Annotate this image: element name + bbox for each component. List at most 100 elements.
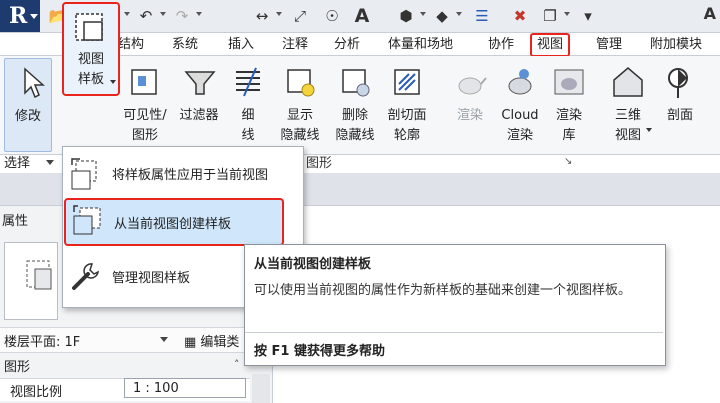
modify-button[interactable]: 修改 xyxy=(4,58,52,152)
chevron-down-icon xyxy=(646,128,652,132)
cloud-render-button[interactable]: Cloud 渲染 xyxy=(494,58,546,154)
visibility-graphics-icon xyxy=(131,69,157,95)
show-hidden-label-2: 隐藏线 xyxy=(280,128,320,143)
thin-lines-icon[interactable]: ☰ xyxy=(472,6,492,26)
thin-lines-icon xyxy=(236,67,260,97)
menu-item-label: 管理视图样板 xyxy=(112,271,191,286)
filter-icon xyxy=(184,71,216,95)
render-gallery-label-2: 库 xyxy=(562,128,576,143)
view-scale-input[interactable]: 1 : 100 xyxy=(124,378,246,398)
properties-title: 属性 xyxy=(2,214,29,229)
show-hidden-lines-icon xyxy=(287,69,315,97)
chevron-down-icon[interactable] xyxy=(46,160,54,165)
tab-collaborate[interactable]: 协作 xyxy=(488,34,514,56)
render-label: 渲染 xyxy=(456,108,483,123)
graphics-section-header[interactable]: 图形 xyxy=(4,356,30,375)
remove-hidden-lines-button[interactable]: 删除 隐藏线 xyxy=(328,58,382,154)
menu-item-apply-template[interactable]: 将样板属性应用于当前视图 xyxy=(64,153,300,195)
render-gallery-button[interactable]: 渲染 库 xyxy=(546,58,592,154)
thin-lines-label-2: 线 xyxy=(241,128,255,143)
render-gallery-icon xyxy=(554,69,584,95)
menu-item-create-template[interactable]: 从当前视图创建样板 xyxy=(64,198,284,246)
tab-analyze[interactable]: 分析 xyxy=(334,34,360,56)
create-template-icon xyxy=(73,205,101,235)
filters-label: 过滤器 xyxy=(179,108,219,123)
spot-elevation-icon[interactable]: ☉ xyxy=(322,6,342,26)
remove-hidden-label-1: 删除 xyxy=(341,108,368,123)
chevron-down-icon[interactable] xyxy=(276,12,282,16)
edit-type-button[interactable]: ▦ 编辑类 xyxy=(184,331,239,350)
revit-logo: R xyxy=(9,3,28,29)
measure-icon[interactable]: ↔ xyxy=(252,6,272,26)
cloud-teapot-icon xyxy=(508,69,532,95)
view-scale-label: 视图比例 xyxy=(10,385,63,400)
panel-launcher-icon[interactable]: ↘ xyxy=(564,156,572,167)
section-label: 剖面 xyxy=(666,108,693,123)
chevron-down-icon[interactable] xyxy=(420,12,426,16)
tab-view[interactable]: 视图 xyxy=(530,33,571,57)
undo-icon[interactable]: ↶ xyxy=(136,6,156,26)
thin-lines-button[interactable]: 细 线 xyxy=(226,58,270,154)
chevron-down-icon xyxy=(110,80,116,84)
app-menu-button[interactable]: R xyxy=(0,0,40,32)
tooltip-body: 可以使用当前视图的属性作为新样板的基础来创建一个视图样板。 xyxy=(254,283,632,298)
tooltip-help-hint: 按 F1 键获得更多帮助 xyxy=(254,344,385,359)
switch-windows-icon[interactable]: ❐ xyxy=(540,6,560,26)
section-icon xyxy=(668,68,688,98)
tab-add-ins[interactable]: 附加模块 xyxy=(650,34,702,56)
edit-type-icon: ▦ xyxy=(184,335,201,350)
thin-lines-label-1: 细 xyxy=(241,108,255,123)
chevron-down-icon[interactable] xyxy=(160,337,168,342)
3d-view-button[interactable]: 三维 视图 xyxy=(604,58,652,154)
close-hidden-windows-icon[interactable]: ✖ xyxy=(510,6,530,26)
tab-manage[interactable]: 管理 xyxy=(596,34,622,56)
type-preview-image xyxy=(4,242,58,320)
properties-scrollbar[interactable] xyxy=(252,374,270,403)
chevron-down-icon[interactable] xyxy=(196,12,202,16)
cloud-render-label-2: 渲染 xyxy=(506,128,533,143)
tab-structure[interactable]: 结构 xyxy=(118,34,144,56)
modify-label: 修改 xyxy=(14,109,41,124)
apply-template-icon xyxy=(71,158,97,190)
customize-toolbar-icon[interactable]: ▾ xyxy=(578,6,598,26)
tooltip-divider xyxy=(245,332,663,333)
graphics-panel-label: 图形 xyxy=(306,156,333,171)
select-panel-label[interactable]: 选择 xyxy=(4,152,30,171)
cut-profile-label-2: 轮廓 xyxy=(393,128,420,143)
chevron-down-icon[interactable] xyxy=(564,12,570,16)
tooltip-title: 从当前视图创建样板 xyxy=(254,257,372,272)
chevron-down-icon[interactable] xyxy=(160,12,166,16)
view-template-button[interactable]: 视图 样板 xyxy=(62,2,120,96)
tag-icon[interactable]: ◆ xyxy=(432,6,452,26)
filters-button[interactable]: 过滤器 xyxy=(174,58,224,154)
tab-insert[interactable]: 插入 xyxy=(228,34,254,56)
floor-plan-selector[interactable]: 楼层平面: 1F xyxy=(4,331,80,350)
visibility-graphics-button[interactable]: 可见性/ 图形 xyxy=(118,58,172,154)
show-hidden-label-1: 显示 xyxy=(286,108,313,123)
visibility-label-2: 图形 xyxy=(131,128,158,143)
app-title: A xyxy=(703,4,716,23)
chevron-down-icon[interactable] xyxy=(124,12,130,16)
3d-view-icon[interactable]: ⬢ xyxy=(396,6,416,26)
render-button[interactable]: 渲染 xyxy=(446,58,494,154)
menu-item-label: 从当前视图创建样板 xyxy=(114,217,232,232)
chevron-down-icon[interactable] xyxy=(456,12,462,16)
tab-annotate[interactable]: 注释 xyxy=(282,34,308,56)
tab-massing-site[interactable]: 体量和场地 xyxy=(388,34,453,56)
tab-systems[interactable]: 系统 xyxy=(172,34,198,56)
cut-profile-button[interactable]: 剖切面 轮廓 xyxy=(380,58,434,154)
show-hidden-lines-button[interactable]: 显示 隐藏线 xyxy=(272,58,328,154)
visibility-label-1: 可见性/ xyxy=(123,108,167,123)
wrench-icon xyxy=(72,263,99,290)
view-template-icon xyxy=(75,13,103,41)
text-icon[interactable]: A xyxy=(352,6,372,26)
remove-hidden-lines-icon xyxy=(342,69,370,97)
section-button[interactable]: 剖面 xyxy=(656,58,704,154)
house-icon xyxy=(613,67,643,97)
aligned-dimension-icon[interactable]: ⤢ xyxy=(290,6,310,26)
collapse-icon[interactable]: ˄ xyxy=(234,358,240,371)
cut-profile-icon xyxy=(394,69,420,95)
floor-plan-icon xyxy=(26,260,52,290)
redo-icon[interactable]: ↷ xyxy=(172,6,192,26)
3d-view-label-1: 三维 xyxy=(614,108,641,123)
